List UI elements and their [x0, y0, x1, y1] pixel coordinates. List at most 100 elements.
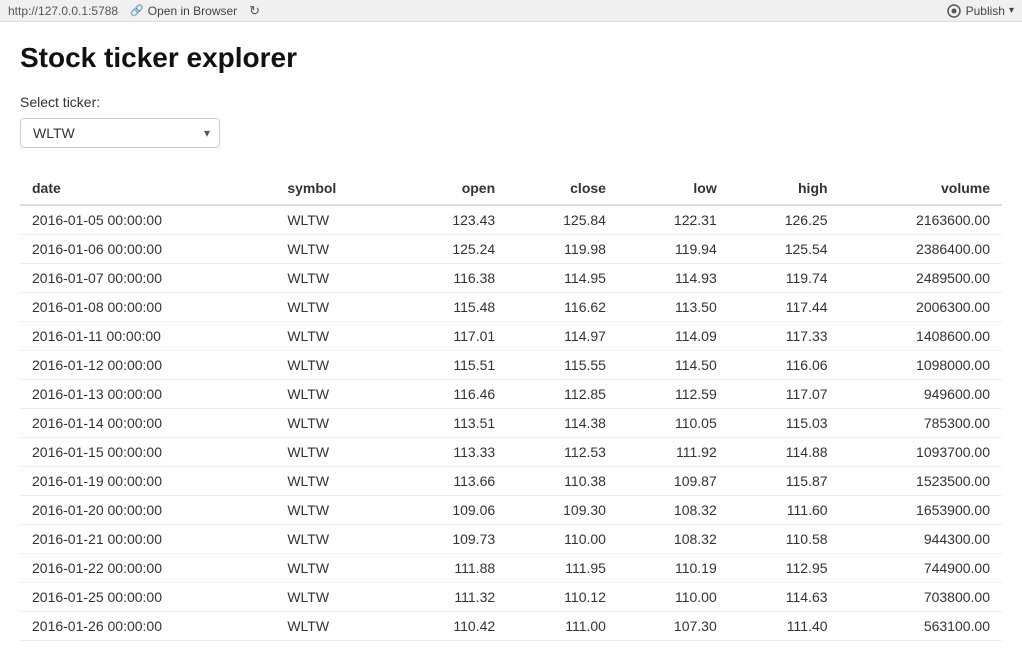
cell-open: 111.88	[396, 554, 507, 583]
cell-volume: 2489500.00	[840, 264, 1002, 293]
cell-high: 117.44	[729, 293, 840, 322]
cell-high: 125.54	[729, 235, 840, 264]
cell-close: 111.95	[507, 554, 618, 583]
page-title: Stock ticker explorer	[20, 42, 1002, 74]
cell-symbol: WLTW	[275, 293, 396, 322]
table-row: 2016-01-07 00:00:00 WLTW 116.38 114.95 1…	[20, 264, 1002, 293]
cell-close: 116.62	[507, 293, 618, 322]
table-header-row: date symbol open close low high volume	[20, 172, 1002, 205]
cell-open: 110.42	[396, 612, 507, 641]
cell-volume: 1093700.00	[840, 438, 1002, 467]
ticker-select[interactable]: WLTW AAPL GOOG MSFT AMZN	[20, 118, 220, 148]
cell-symbol: WLTW	[275, 525, 396, 554]
cell-volume: 1098000.00	[840, 351, 1002, 380]
cell-high: 119.74	[729, 264, 840, 293]
table-row: 2016-01-15 00:00:00 WLTW 113.33 112.53 1…	[20, 438, 1002, 467]
cell-open: 113.33	[396, 438, 507, 467]
table-row: 2016-01-11 00:00:00 WLTW 117.01 114.97 1…	[20, 322, 1002, 351]
cell-open: 116.46	[396, 380, 507, 409]
cell-date: 2016-01-19 00:00:00	[20, 467, 275, 496]
cell-date: 2016-01-22 00:00:00	[20, 554, 275, 583]
cell-symbol: WLTW	[275, 612, 396, 641]
cell-high: 111.40	[729, 612, 840, 641]
table-row: 2016-01-21 00:00:00 WLTW 109.73 110.00 1…	[20, 525, 1002, 554]
cell-date: 2016-01-07 00:00:00	[20, 264, 275, 293]
cell-volume: 1408600.00	[840, 322, 1002, 351]
cell-volume: 944300.00	[840, 525, 1002, 554]
main-content: Stock ticker explorer Select ticker: WLT…	[0, 22, 1022, 661]
col-high: high	[729, 172, 840, 205]
cell-open: 115.48	[396, 293, 507, 322]
cell-open: 109.06	[396, 496, 507, 525]
cell-volume: 2163600.00	[840, 205, 1002, 235]
cell-high: 116.06	[729, 351, 840, 380]
cell-low: 122.31	[618, 205, 729, 235]
cell-open: 113.66	[396, 467, 507, 496]
cell-date: 2016-01-12 00:00:00	[20, 351, 275, 380]
cell-volume: 703800.00	[840, 583, 1002, 612]
table-row: 2016-01-08 00:00:00 WLTW 115.48 116.62 1…	[20, 293, 1002, 322]
cell-volume: 1523500.00	[840, 467, 1002, 496]
cell-symbol: WLTW	[275, 467, 396, 496]
cell-open: 109.73	[396, 525, 507, 554]
col-close: close	[507, 172, 618, 205]
cell-date: 2016-01-06 00:00:00	[20, 235, 275, 264]
col-symbol: symbol	[275, 172, 396, 205]
col-volume: volume	[840, 172, 1002, 205]
cell-date: 2016-01-25 00:00:00	[20, 583, 275, 612]
cell-open: 111.32	[396, 583, 507, 612]
refresh-icon[interactable]: ↻	[249, 3, 260, 19]
cell-close: 125.84	[507, 205, 618, 235]
cell-open: 115.51	[396, 351, 507, 380]
table-row: 2016-01-19 00:00:00 WLTW 113.66 110.38 1…	[20, 467, 1002, 496]
publish-dropdown-icon: ▾	[1009, 5, 1014, 16]
url-display: http://127.0.0.1:5788	[8, 4, 118, 18]
publish-button[interactable]: Publish ▾	[946, 3, 1014, 19]
cell-symbol: WLTW	[275, 438, 396, 467]
table-row: 2016-01-12 00:00:00 WLTW 115.51 115.55 1…	[20, 351, 1002, 380]
cell-high: 117.07	[729, 380, 840, 409]
table-body: 2016-01-05 00:00:00 WLTW 123.43 125.84 1…	[20, 205, 1002, 641]
cell-open: 125.24	[396, 235, 507, 264]
cell-low: 107.30	[618, 612, 729, 641]
cell-volume: 2006300.00	[840, 293, 1002, 322]
cell-open: 123.43	[396, 205, 507, 235]
table-row: 2016-01-26 00:00:00 WLTW 110.42 111.00 1…	[20, 612, 1002, 641]
cell-high: 115.87	[729, 467, 840, 496]
cell-volume: 949600.00	[840, 380, 1002, 409]
cell-date: 2016-01-20 00:00:00	[20, 496, 275, 525]
cell-symbol: WLTW	[275, 235, 396, 264]
cell-volume: 2386400.00	[840, 235, 1002, 264]
cell-symbol: WLTW	[275, 264, 396, 293]
table-header: date symbol open close low high volume	[20, 172, 1002, 205]
cell-close: 114.97	[507, 322, 618, 351]
open-in-browser-link[interactable]: 🔗 Open in Browser	[130, 4, 237, 18]
cell-symbol: WLTW	[275, 322, 396, 351]
cell-low: 108.32	[618, 525, 729, 554]
col-low: low	[618, 172, 729, 205]
cell-high: 117.33	[729, 322, 840, 351]
cell-low: 112.59	[618, 380, 729, 409]
cell-date: 2016-01-14 00:00:00	[20, 409, 275, 438]
cell-symbol: WLTW	[275, 583, 396, 612]
table-row: 2016-01-05 00:00:00 WLTW 123.43 125.84 1…	[20, 205, 1002, 235]
table-row: 2016-01-25 00:00:00 WLTW 111.32 110.12 1…	[20, 583, 1002, 612]
publish-label: Publish	[966, 4, 1005, 18]
cell-low: 109.87	[618, 467, 729, 496]
cell-low: 119.94	[618, 235, 729, 264]
cell-volume: 744900.00	[840, 554, 1002, 583]
cell-close: 112.53	[507, 438, 618, 467]
cell-symbol: WLTW	[275, 554, 396, 583]
cell-open: 117.01	[396, 322, 507, 351]
cell-close: 111.00	[507, 612, 618, 641]
cell-high: 110.58	[729, 525, 840, 554]
ticker-select-wrapper: WLTW AAPL GOOG MSFT AMZN ▾	[20, 118, 220, 148]
cell-low: 110.00	[618, 583, 729, 612]
open-in-browser-icon: 🔗	[130, 4, 144, 17]
cell-volume: 563100.00	[840, 612, 1002, 641]
cell-close: 112.85	[507, 380, 618, 409]
cell-high: 111.60	[729, 496, 840, 525]
table-row: 2016-01-20 00:00:00 WLTW 109.06 109.30 1…	[20, 496, 1002, 525]
publish-area[interactable]: Publish ▾	[946, 3, 1014, 19]
table-row: 2016-01-13 00:00:00 WLTW 116.46 112.85 1…	[20, 380, 1002, 409]
